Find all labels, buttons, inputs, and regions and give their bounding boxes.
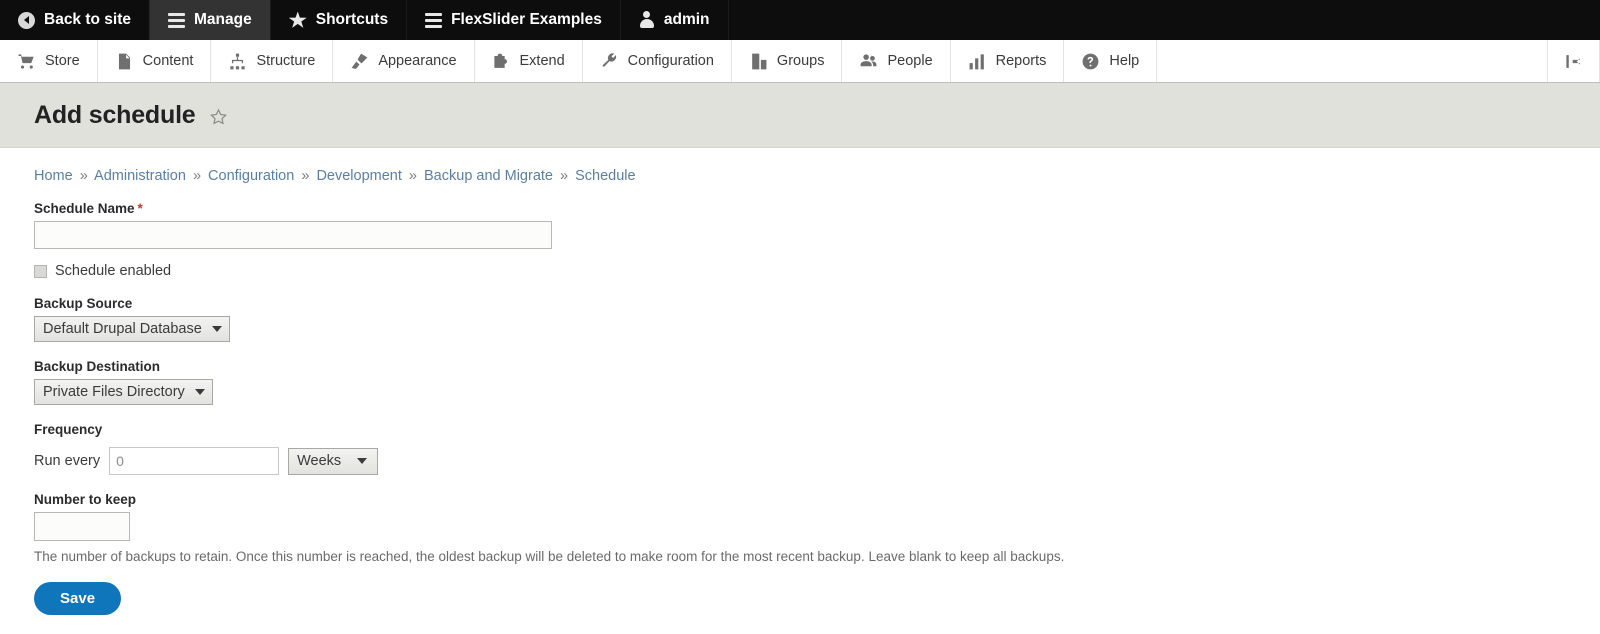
- sitemap-icon: [228, 52, 247, 71]
- admin-menu-item-label: Appearance: [378, 53, 457, 69]
- backup-source-label: Backup Source: [34, 296, 133, 311]
- admin-menu-item-label: Groups: [776, 53, 825, 69]
- admin-menu-item-store[interactable]: Store: [0, 40, 98, 82]
- breadcrumb-item-administration[interactable]: Administration: [94, 168, 186, 184]
- toolbar-item-shortcuts[interactable]: Shortcuts: [271, 0, 408, 40]
- frequency-label: Frequency: [34, 422, 103, 437]
- frequency-row: Run every Weeks: [34, 447, 1566, 475]
- breadcrumb-separator: »: [79, 168, 88, 184]
- back-circle-icon: [18, 11, 35, 29]
- run-every-label: Run every: [34, 453, 101, 469]
- star-icon: [288, 11, 307, 28]
- run-every-input[interactable]: [109, 447, 280, 475]
- admin-menu-item-reports[interactable]: Reports: [951, 40, 1065, 82]
- frequency-period-selected-value: Weeks: [297, 453, 342, 469]
- toolbar-item-label: Shortcuts: [315, 11, 389, 28]
- puzzle-piece-icon: [492, 52, 511, 71]
- backup-destination-select[interactable]: Private Files Directory: [34, 379, 213, 405]
- admin-menu-item-label: People: [887, 53, 933, 69]
- paintbrush-icon: [350, 52, 369, 71]
- toolbar-item-label: Manage: [194, 11, 252, 28]
- toolbar-item-admin[interactable]: admin: [621, 0, 729, 40]
- admin-menu-item-configuration[interactable]: Configuration: [583, 40, 732, 82]
- required-marker: *: [137, 201, 143, 216]
- hamburger-icon: [425, 12, 443, 28]
- breadcrumb-item-backup-and-migrate[interactable]: Backup and Migrate: [424, 168, 553, 184]
- page-title: Add schedule: [34, 100, 196, 129]
- schedule-name-input[interactable]: [34, 221, 552, 249]
- field-schedule-enabled[interactable]: Schedule enabled: [34, 263, 1566, 279]
- field-frequency: Frequency Run every Weeks: [34, 422, 1566, 475]
- people-icon: [859, 52, 878, 71]
- number-to-keep-description: The number of backups to retain. Once th…: [34, 549, 1065, 564]
- admin-menu-item-help[interactable]: Help: [1064, 40, 1158, 82]
- breadcrumb-separator: »: [560, 168, 569, 184]
- breadcrumb-separator: »: [301, 168, 310, 184]
- breadcrumb-item-home[interactable]: Home: [34, 168, 73, 184]
- shopping-cart-icon: [17, 52, 36, 71]
- bar-chart-icon: [968, 52, 987, 71]
- person-icon: [639, 11, 655, 29]
- admin-menu-spacer: [1157, 40, 1548, 82]
- backup-source-selected-value: Default Drupal Database: [43, 321, 202, 337]
- document-icon: [115, 52, 134, 71]
- chevron-down-icon: [211, 326, 222, 332]
- field-schedule-name: Schedule Name *: [34, 201, 1566, 249]
- breadcrumb-separator: »: [408, 168, 417, 184]
- chevron-down-icon: [194, 389, 205, 395]
- toolbar-item-label: FlexSlider Examples: [451, 11, 602, 28]
- orientation-toggle-button[interactable]: [1548, 40, 1600, 82]
- wrench-icon: [600, 52, 619, 71]
- toolbar-item-manage[interactable]: Manage: [150, 0, 271, 40]
- vertical-orientation-icon: [1564, 52, 1583, 71]
- toolbar-item-label: Back to site: [44, 11, 132, 28]
- save-button[interactable]: Save: [34, 582, 122, 615]
- number-to-keep-label: Number to keep: [34, 492, 137, 507]
- toolbar-item-back-to-site[interactable]: Back to site: [0, 0, 151, 40]
- field-backup-source: Backup Source Default Drupal Database: [34, 296, 1566, 342]
- breadcrumb-item-schedule[interactable]: Schedule: [575, 168, 635, 184]
- question-circle-icon: [1081, 52, 1100, 71]
- primary-toolbar: Back to site Manage Shortcuts FlexSlider…: [0, 0, 1600, 40]
- admin-menu-item-label: Configuration: [627, 53, 714, 69]
- backup-destination-label: Backup Destination: [34, 359, 161, 374]
- admin-menu-item-groups[interactable]: Groups: [732, 40, 843, 82]
- schedule-enabled-label: Schedule enabled: [55, 263, 172, 279]
- admin-menu-item-label: Reports: [995, 53, 1047, 69]
- star-outline-icon[interactable]: [209, 108, 228, 126]
- lock-building-icon: [749, 52, 768, 71]
- admin-menu-item-people[interactable]: People: [842, 40, 951, 82]
- number-to-keep-input[interactable]: [34, 512, 130, 541]
- admin-menu-item-extend[interactable]: Extend: [475, 40, 583, 82]
- breadcrumb-item-development[interactable]: Development: [316, 168, 401, 184]
- admin-menu-item-label: Help: [1109, 53, 1140, 69]
- frequency-period-select[interactable]: Weeks: [288, 447, 379, 475]
- breadcrumb-item-configuration[interactable]: Configuration: [208, 168, 294, 184]
- admin-menu-item-label: Store: [45, 53, 80, 69]
- admin-menu-item-label: Extend: [519, 53, 565, 69]
- schedule-enabled-checkbox[interactable]: [34, 264, 47, 278]
- breadcrumb-separator: »: [192, 168, 202, 184]
- hamburger-icon: [168, 12, 186, 28]
- admin-menu-item-structure[interactable]: Structure: [211, 40, 334, 82]
- field-backup-destination: Backup Destination Private Files Directo…: [34, 359, 1566, 405]
- admin-menu-bar: Store Content Structure Appearance Exten…: [0, 40, 1600, 83]
- page-header: Add schedule: [0, 83, 1600, 148]
- backup-destination-selected-value: Private Files Directory: [43, 384, 185, 400]
- admin-menu-item-label: Structure: [256, 53, 316, 69]
- schedule-name-label: Schedule Name *: [34, 201, 1566, 216]
- admin-menu-item-appearance[interactable]: Appearance: [333, 40, 475, 82]
- toolbar-item-label: admin: [663, 11, 710, 28]
- field-number-to-keep: Number to keep The number of backups to …: [34, 492, 1566, 564]
- chevron-down-icon: [357, 458, 368, 464]
- admin-menu-item-label: Content: [142, 53, 194, 69]
- breadcrumb: Home » Administration » Configuration » …: [34, 148, 1566, 184]
- schedule-name-label-text: Schedule Name: [34, 201, 135, 216]
- admin-menu-item-content[interactable]: Content: [98, 40, 212, 82]
- main-content: Home » Administration » Configuration » …: [0, 148, 1600, 615]
- toolbar-item-flexslider-examples[interactable]: FlexSlider Examples: [407, 0, 621, 40]
- backup-source-select[interactable]: Default Drupal Database: [34, 316, 230, 342]
